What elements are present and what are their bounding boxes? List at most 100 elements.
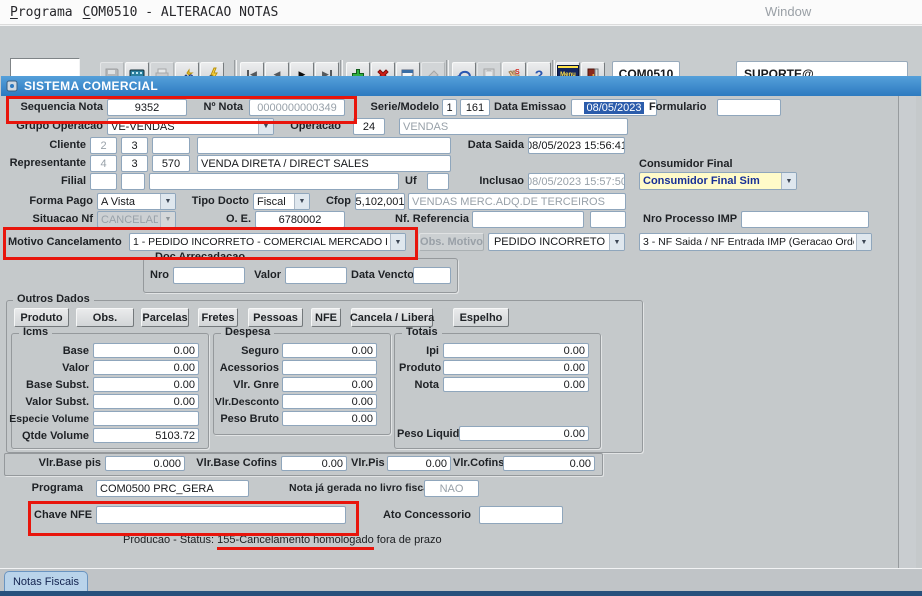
tipo-nf-imp-select[interactable]: 3 - NF Saida / NF Entrada IMP (Geracao O… <box>639 233 872 251</box>
vlr-desconto-field[interactable]: 0.00 <box>282 394 377 409</box>
totais-nota-field[interactable]: 0.00 <box>443 377 589 392</box>
icms-base-subst-field[interactable]: 0.00 <box>93 377 199 392</box>
nro-processo-imp-label: Nro Processo IMP <box>643 211 737 228</box>
peso-bruto-field[interactable]: 0.00 <box>282 411 377 426</box>
icms-base-subst-label: Base Subst. <box>9 377 89 394</box>
representante-campo2-field[interactable]: 3 <box>121 155 148 172</box>
fretes-button[interactable]: Fretes <box>198 308 238 327</box>
representante-campo3-field[interactable]: 570 <box>152 155 190 172</box>
icms-valor-subst-field[interactable]: 0.00 <box>93 394 199 409</box>
data-emissao-field[interactable]: 08/05/2023 <box>571 99 657 116</box>
obs-motivo-button: Obs. Motivo <box>419 233 484 251</box>
peso-liquido-label: Peso Liquido <box>397 426 455 443</box>
pessoas-button[interactable]: Pessoas <box>248 308 303 327</box>
vlr-gnre-field[interactable]: 0.00 <box>282 377 377 392</box>
qtde-volume-field[interactable]: 5103.72 <box>93 428 199 443</box>
grupo-operacao-label: Grupo Operacao <box>11 118 103 135</box>
menu-program-title[interactable]: COM0510 - ALTERACAO NOTAS <box>83 5 279 20</box>
sequencia-nota-label: Sequencia Nota <box>11 99 103 116</box>
cliente-campo3-field[interactable] <box>152 137 190 154</box>
parcelas-button[interactable]: Parcelas <box>141 308 189 327</box>
espelho-button[interactable]: Espelho <box>453 308 509 327</box>
vlr-gnre-label: Vlr. Gnre <box>213 377 279 394</box>
data-emissao-selection: 08/05/2023 <box>584 102 643 114</box>
chave-nfe-field[interactable] <box>96 506 346 524</box>
vlr-base-pis-field[interactable]: 0.000 <box>105 456 185 471</box>
tipo-docto-select[interactable]: Fiscal▼ <box>253 193 310 210</box>
filial-nome-field[interactable] <box>149 173 399 190</box>
formulario-field[interactable] <box>717 99 781 116</box>
operacao-codigo-field[interactable]: 24 <box>353 118 385 135</box>
data-saida-field[interactable]: 08/05/2023 15:56:41 <box>528 137 625 154</box>
ipi-field[interactable]: 0.00 <box>443 343 589 358</box>
filial-campo2-field[interactable] <box>121 173 145 190</box>
vlr-base-cofins-label: Vlr.Base Cofins <box>189 455 277 472</box>
cfop-field[interactable]: 5,102,001 <box>355 193 405 210</box>
nf-referencia-field[interactable] <box>472 211 584 228</box>
consumidor-final-select[interactable]: Consumidor Final Sim▼ <box>639 172 797 190</box>
chevron-down-icon: ▼ <box>856 234 871 250</box>
app-icon <box>6 80 18 92</box>
sequencia-nota-field[interactable]: 9352 <box>107 99 187 116</box>
obs-button[interactable]: Obs. <box>76 308 134 327</box>
motivo-resumo-select[interactable]: PEDIDO INCORRETO▼ <box>488 233 625 251</box>
doc-valor-field[interactable] <box>285 267 347 284</box>
filial-campo1-field[interactable] <box>90 173 117 190</box>
doc-data-vencto-label: Data Vencto <box>351 267 409 284</box>
doc-nro-field[interactable] <box>173 267 245 284</box>
programa-field[interactable]: COM0500 PRC_GERA <box>96 480 249 497</box>
vlr-pis-field[interactable]: 0.00 <box>387 456 451 471</box>
data-saida-label: Data Saida <box>454 137 524 154</box>
application-window: Programa COM0510 - ALTERACAO NOTAS Windo… <box>0 0 922 596</box>
menu-window[interactable]: Window <box>765 4 811 19</box>
vlr-base-cofins-field[interactable]: 0.00 <box>281 456 347 471</box>
icms-valor-field[interactable]: 0.00 <box>93 360 199 375</box>
forma-pago-select[interactable]: A Vista▼ <box>97 193 176 210</box>
especie-volume-field[interactable] <box>93 411 199 426</box>
icms-base-field[interactable]: 0.00 <box>93 343 199 358</box>
menu-programa[interactable]: Programa <box>10 5 73 20</box>
oe-field[interactable]: 6780002 <box>255 211 345 228</box>
nfe-button[interactable]: NFE <box>311 308 341 327</box>
motivo-cancelamento-label: Motivo Cancelamento <box>8 234 126 251</box>
situacao-nf-label: Situacao Nf <box>29 211 93 228</box>
data-emissao-label: Data Emissao <box>494 99 566 116</box>
cliente-campo2-field[interactable]: 3 <box>121 137 148 154</box>
nro-processo-imp-field[interactable] <box>741 211 869 228</box>
motivo-cancelamento-select[interactable]: 1 - PEDIDO INCORRETO - COMERCIAL MERCADO… <box>129 233 406 251</box>
status-suffix: fora de prazo <box>374 534 442 546</box>
programa-label: Programa <box>31 480 83 497</box>
nf-referencia-serie-field[interactable] <box>590 211 626 228</box>
modelo-field[interactable]: 161 <box>460 99 490 116</box>
ipi-label: Ipi <box>399 343 439 360</box>
forma-pago-label: Forma Pago <box>29 193 93 210</box>
representante-nome-field[interactable]: VENDA DIRETA / DIRECT SALES <box>197 155 451 172</box>
grupo-operacao-select[interactable]: VE-VENDAS▼ <box>107 118 274 135</box>
serie-field[interactable]: 1 <box>442 99 457 116</box>
status-prefix: Producao - Status: <box>123 534 217 546</box>
chevron-down-icon: ▼ <box>258 119 273 134</box>
seguro-field[interactable]: 0.00 <box>282 343 377 358</box>
produto-button[interactable]: Produto <box>14 308 69 327</box>
vlr-cofins-field[interactable]: 0.00 <box>503 456 595 471</box>
uf-field[interactable] <box>427 173 449 190</box>
peso-liquido-field[interactable]: 0.00 <box>459 426 589 441</box>
totais-produto-field[interactable]: 0.00 <box>443 360 589 375</box>
seguro-label: Seguro <box>213 343 279 360</box>
totais-title: Totais <box>402 327 442 338</box>
inclusao-field: 08/05/2023 15:57:50 <box>528 173 625 190</box>
operacao-label: Operacao <box>283 118 341 135</box>
chevron-down-icon: ▼ <box>609 234 624 250</box>
ato-concessorio-field[interactable] <box>479 506 563 524</box>
icms-valor-subst-label: Valor Subst. <box>9 394 89 411</box>
serie-modelo-label: Serie/Modelo <box>367 99 439 116</box>
cancela-libera-button[interactable]: Cancela / Libera <box>351 308 433 327</box>
acessorios-field[interactable] <box>282 360 377 375</box>
cliente-nome-field[interactable] <box>197 137 451 154</box>
chave-nfe-label: Chave NFE <box>34 507 92 524</box>
tab-notas-fiscais[interactable]: Notas Fiscais <box>4 571 88 592</box>
doc-data-vencto-field[interactable] <box>413 267 451 284</box>
vlr-pis-label: Vlr.Pis <box>351 455 383 472</box>
tipo-docto-label: Tipo Docto <box>187 193 249 210</box>
tab-bar: Notas Fiscais <box>0 568 922 592</box>
